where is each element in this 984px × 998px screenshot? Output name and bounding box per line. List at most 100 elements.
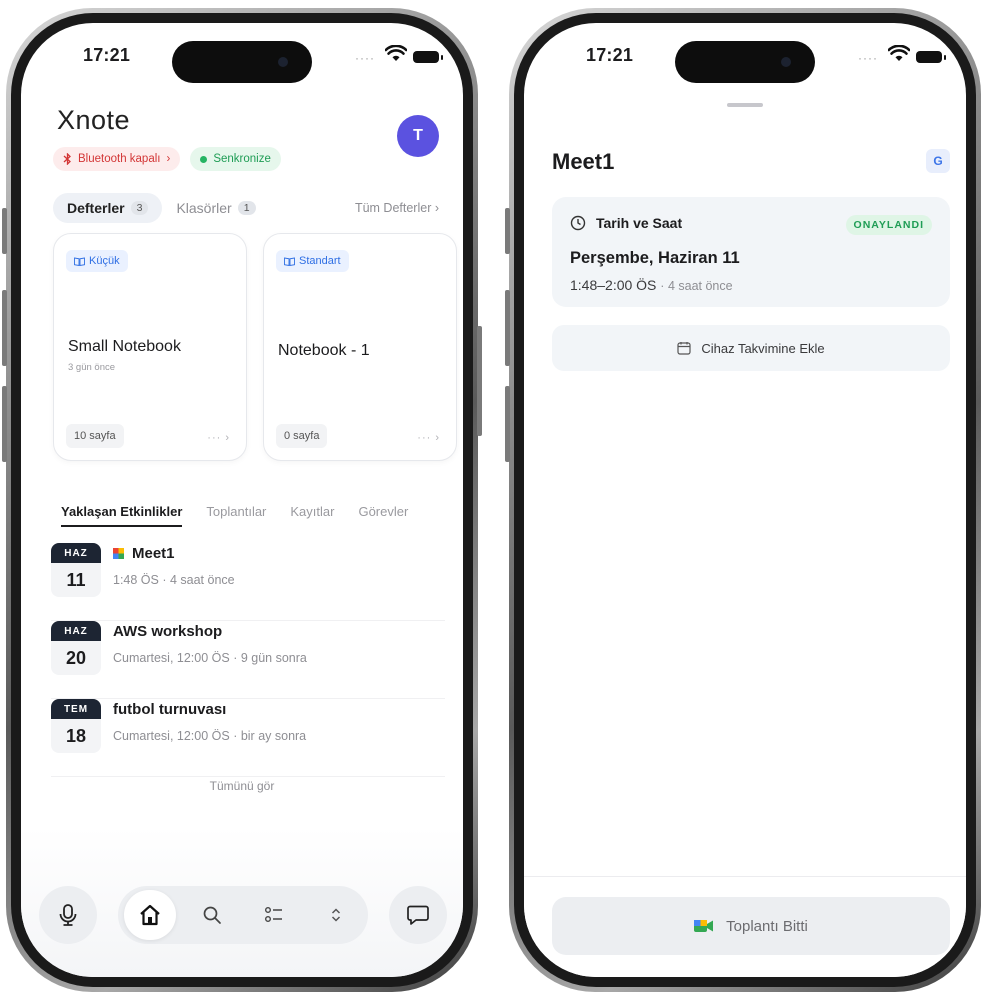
main-nav-pill — [118, 886, 368, 944]
action-button — [505, 208, 510, 254]
volume-down-button — [505, 386, 510, 462]
sync-dot-icon — [200, 155, 208, 163]
chevron-right-icon: › — [166, 153, 171, 165]
home-icon — [140, 904, 160, 926]
tab-upcoming-events[interactable]: Yaklaşan Etkinlikler — [61, 491, 183, 531]
dynamic-island — [675, 41, 815, 83]
date-day: 20 — [65, 647, 87, 668]
date-day: 18 — [65, 725, 87, 746]
battery-icon — [413, 51, 443, 63]
calendar-icon — [677, 342, 691, 355]
volume-up-button — [2, 290, 7, 366]
tab-label: Klasörler — [176, 200, 232, 216]
action-button — [2, 208, 7, 254]
divider — [524, 876, 966, 877]
more-options-icon[interactable]: ··· › — [207, 432, 230, 444]
tab-recordings[interactable]: Kayıtlar — [290, 491, 334, 531]
bottom-navigation — [21, 827, 463, 977]
all-notebooks-link[interactable]: Tüm Defterler › — [355, 201, 439, 215]
status-time: 17:21 — [586, 45, 634, 65]
tab-count: 3 — [130, 201, 149, 215]
notebook-type-label: Standart — [299, 255, 341, 267]
wifi-icon — [385, 45, 407, 61]
date-time-card: Tarih ve Saat ONAYLANDI Perşembe, Hazira… — [552, 197, 950, 307]
meeting-date: Perşembe, Haziran 11 — [570, 249, 740, 267]
event-meta: 1:48 ÖS · 4 saat önce — [113, 573, 235, 587]
bluetooth-off-icon — [63, 153, 71, 165]
nav-home-button[interactable] — [124, 890, 176, 940]
status-bar: 17:21 ···· — [21, 23, 463, 83]
tab-notebooks[interactable]: Defterler 3 — [53, 193, 163, 223]
phone-frame-home: 17:21 ···· Xnote T Bluetooth kapalı › Se… — [2, 8, 482, 992]
book-icon — [284, 256, 295, 266]
date-time-label: Tarih ve Saat — [596, 215, 683, 231]
signal-icon: ···· — [858, 51, 878, 65]
end-meeting-label: Toplantı Bitti — [726, 917, 808, 935]
event-title: AWS workshop — [113, 623, 223, 640]
notebook-type-label: Küçük — [89, 255, 120, 267]
app-logo: Xnote — [57, 105, 131, 135]
connection-badges: Bluetooth kapalı › Senkronize — [53, 147, 281, 171]
date-badge: HAZ 20 — [51, 621, 101, 675]
tasks-icon — [265, 907, 282, 922]
notebook-card[interactable]: Küçük Small Notebook 3 gün önce 10 sayfa… — [53, 233, 247, 461]
list-item[interactable]: HAZ 11 Meet1 1:48 ÖS · 4 saat önce — [51, 543, 445, 621]
bluetooth-status-badge[interactable]: Bluetooth kapalı › — [53, 147, 181, 171]
dynamic-island — [172, 41, 312, 83]
meeting-time: 1:48–2:00 ÖS · 4 saat önce — [570, 277, 733, 293]
list-item[interactable]: HAZ 20 AWS workshop Cumartesi, 12:00 ÖS … — [51, 621, 445, 699]
volume-up-button — [505, 290, 510, 366]
nav-search-button[interactable] — [186, 890, 238, 940]
notebook-updated: 3 gün önce — [68, 362, 116, 373]
page-count: 0 sayfa — [276, 424, 328, 448]
nav-expand-button[interactable] — [310, 890, 362, 940]
notebook-card[interactable]: Standart Notebook - 1 0 sayfa ··· › — [263, 233, 457, 461]
sync-status-badge: Senkronize — [190, 147, 281, 171]
more-options-icon[interactable]: ··· › — [417, 432, 440, 444]
meeting-title: Meet1 — [552, 149, 615, 174]
event-title-text: Meet1 — [132, 545, 175, 562]
status-time: 17:21 — [83, 45, 131, 65]
list-item[interactable]: TEM 18 futbol turnuvası Cumartesi, 12:00… — [51, 699, 445, 777]
notebook-type-chip: Standart — [276, 250, 349, 272]
phone-frame-meeting: 17:21 ···· Meet1 G Tarih ve Saat ONAYLAN… — [505, 8, 981, 992]
tab-folders[interactable]: Klasörler 1 — [162, 193, 269, 223]
meeting-relative-time: 4 saat önce — [667, 279, 733, 293]
date-time-header: Tarih ve Saat — [570, 215, 682, 231]
date-month: HAZ — [51, 621, 101, 641]
notebook-type-chip: Küçük — [66, 250, 128, 272]
notebook-title: Small Notebook — [68, 338, 181, 355]
meeting-screen: 17:21 ···· Meet1 G Tarih ve Saat ONAYLAN… — [524, 23, 966, 977]
avatar[interactable]: T — [397, 115, 439, 157]
notebook-tabs: Defterler 3 Klasörler 1 Tüm Defterler › — [53, 193, 439, 223]
notebook-title: Notebook - 1 — [278, 342, 370, 359]
event-tabs: Yaklaşan Etkinlikler Toplantılar Kayıtla… — [61, 491, 443, 531]
event-title: futbol turnuvası — [113, 701, 227, 718]
power-button — [477, 326, 482, 436]
nav-tasks-button[interactable] — [248, 890, 300, 940]
event-meta: Cumartesi, 12:00 ÖS · bir ay sonra — [113, 729, 307, 743]
status-badge: ONAYLANDI — [845, 215, 932, 235]
chat-button[interactable] — [389, 886, 447, 944]
battery-icon — [916, 51, 946, 63]
signal-icon: ···· — [355, 51, 375, 65]
chat-icon — [407, 905, 429, 925]
mic-icon — [59, 904, 77, 926]
home-screen: 17:21 ···· Xnote T Bluetooth kapalı › Se… — [21, 23, 463, 977]
see-all-link[interactable]: Tümünü gör — [21, 779, 463, 793]
tab-meetings[interactable]: Toplantılar — [206, 491, 266, 531]
date-month: TEM — [51, 699, 101, 719]
volume-down-button — [2, 386, 7, 462]
add-to-calendar-label: Cihaz Takvimine Ekle — [701, 340, 825, 356]
sync-status-label: Senkronize — [213, 153, 271, 165]
add-to-calendar-button[interactable]: Cihaz Takvimine Ekle — [552, 325, 950, 371]
mic-button[interactable] — [39, 886, 97, 944]
event-list: HAZ 11 Meet1 1:48 ÖS · 4 saat önce HAZ 2… — [51, 543, 445, 777]
end-meeting-button[interactable]: Toplantı Bitti — [552, 897, 950, 955]
date-badge: TEM 18 — [51, 699, 101, 753]
google-meet-icon — [113, 548, 124, 559]
sheet-grabber[interactable] — [727, 103, 763, 107]
event-title: Meet1 — [113, 545, 175, 562]
google-meet-icon — [694, 920, 714, 932]
tab-tasks[interactable]: Görevler — [358, 491, 408, 531]
